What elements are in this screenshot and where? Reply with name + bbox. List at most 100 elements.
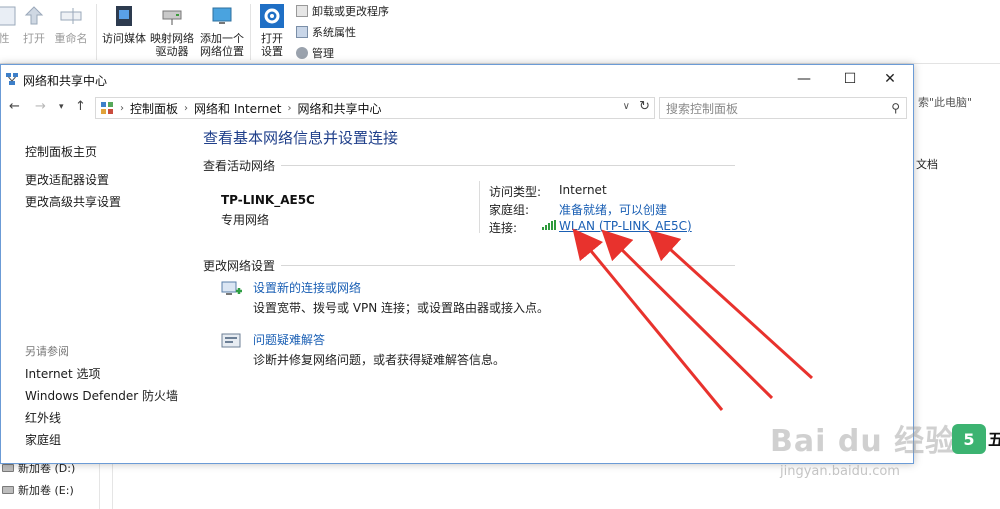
connection-label: 连接:	[489, 221, 518, 235]
change-settings-section: 更改网络设置	[203, 257, 735, 274]
minimize-button[interactable]: —	[781, 65, 827, 93]
close-icon: ✕	[884, 71, 896, 87]
search-icon[interactable]: ⚲	[891, 101, 900, 115]
uninstall-icon	[296, 5, 308, 17]
search-placeholder: 搜索控制面板	[666, 101, 739, 116]
ribbon-separator	[96, 4, 97, 60]
ribbon-label: 添加一个网络位置	[200, 32, 244, 58]
explorer-divider	[99, 462, 100, 509]
homegroup-link[interactable]: 准备就绪，可以创建	[559, 201, 667, 218]
see-also-internet-options[interactable]: Internet 选项	[25, 365, 100, 382]
breadcrumb-chevron-icon[interactable]: ›	[120, 103, 124, 114]
drive-label: 新加卷 (E:)	[18, 484, 74, 497]
watermark-badge-icon: 5	[952, 424, 986, 454]
media-server-icon	[116, 6, 132, 26]
main-content: 查看基本网络信息并设置连接 查看活动网络 TP-LINK_AE5C 专用网络 访…	[203, 123, 743, 463]
recent-chevron-icon[interactable]: ▾	[59, 102, 64, 112]
network-type: 专用网络	[221, 213, 270, 227]
network-center-icon	[6, 73, 18, 85]
open-arrow-icon	[24, 6, 44, 25]
access-type-label: 访问类型:	[489, 185, 542, 199]
troubleshoot-link[interactable]: 问题疑难解答	[253, 331, 325, 348]
up-arrow-icon[interactable]: ↑	[75, 99, 86, 114]
ribbon-add-location-button[interactable]: 添加一个网络位置	[198, 4, 246, 58]
rename-icon	[60, 8, 82, 24]
task-troubleshoot: 问题疑难解答 诊断并修复网络问题，或者获得疑难解答信息。	[221, 331, 741, 371]
search-input[interactable]: 搜索控制面板 ⚲	[659, 97, 907, 119]
connection-link[interactable]: WLAN (TP-LINK_AE5C)	[559, 219, 692, 233]
watermark-badge-text: 五	[988, 430, 1000, 449]
nav-change-advanced-sharing[interactable]: 更改高级共享设置	[25, 193, 121, 210]
ribbon-small-label: 卸载或更改程序	[312, 5, 389, 18]
task-setup-connection: 设置新的连接或网络 设置宽带、拨号或 VPN 连接；或设置路由器或接入点。	[221, 279, 741, 319]
breadcrumb-network-internet[interactable]: 网络和 Internet	[194, 100, 281, 117]
ribbon-label: 重命名	[54, 32, 88, 45]
explorer-ribbon: 性 打开 重命名 访问媒体 映射网络驱动器 添加一个网络位置 打开设置 卸载或更…	[0, 0, 1000, 64]
address-bar[interactable]: › 控制面板 › 网络和 Internet › 网络和共享中心 ∨ ↻	[95, 97, 655, 119]
homegroup-label: 家庭组:	[489, 203, 530, 217]
ribbon-properties-button[interactable]: 性	[0, 4, 16, 45]
see-also-heading: 另请参阅	[25, 345, 69, 358]
maximize-icon: ☐	[843, 71, 857, 87]
breadcrumb-chevron-icon[interactable]: ›	[184, 103, 188, 114]
ribbon-open-button[interactable]: 打开	[20, 4, 48, 45]
breadcrumb-chevron-icon[interactable]: ›	[287, 103, 291, 114]
ribbon-manage-button[interactable]: 管理	[296, 45, 334, 61]
network-sharing-window: 网络和共享中心 — ☐ ✕ ← → ▾ ↑ › 控制面板 › 网络和 Inter…	[0, 64, 914, 464]
ribbon-label: 访问媒体	[102, 32, 146, 45]
network-info-divider	[479, 181, 480, 233]
close-button[interactable]: ✕	[867, 65, 913, 93]
window-title: 网络和共享中心	[23, 74, 108, 88]
drive-e-item[interactable]: 新加卷 (E:)	[2, 482, 74, 498]
explorer-search-hint: 索"此电脑"	[918, 96, 973, 109]
ribbon-open-settings-button[interactable]: 打开设置	[256, 4, 288, 58]
ribbon-label: 映射网络驱动器	[150, 32, 194, 58]
explorer-documents-item[interactable]: 文档	[916, 156, 938, 172]
refresh-icon[interactable]: ↻	[639, 99, 650, 114]
setup-connection-link[interactable]: 设置新的连接或网络	[253, 279, 361, 296]
network-name: TP-LINK_AE5C	[221, 193, 315, 207]
see-also-infrared[interactable]: 红外线	[25, 409, 61, 426]
address-bar-row: ← → ▾ ↑ › 控制面板 › 网络和 Internet › 网络和共享中心 …	[1, 93, 913, 121]
ribbon-uninstall-button[interactable]: 卸载或更改程序	[296, 3, 389, 19]
troubleshoot-desc: 诊断并修复网络问题，或者获得疑难解答信息。	[253, 353, 506, 367]
ribbon-rename-button[interactable]: 重命名	[52, 4, 90, 45]
drive-icon	[2, 486, 14, 494]
ribbon-label: 性	[0, 32, 10, 45]
properties-icon	[0, 6, 16, 26]
new-connection-icon	[221, 281, 242, 295]
drive-icon	[2, 464, 14, 472]
wifi-signal-icon	[542, 220, 556, 230]
see-also-defender-firewall[interactable]: Windows Defender 防火墙	[25, 387, 178, 404]
watermark-url: jingyan.baidu.com	[780, 464, 900, 479]
back-arrow-icon[interactable]: ←	[9, 99, 20, 114]
ribbon-system-properties-button[interactable]: 系统属性	[296, 24, 356, 40]
ribbon-small-label: 系统属性	[312, 26, 356, 39]
breadcrumb-control-panel[interactable]: 控制面板	[130, 100, 178, 117]
minimize-icon: —	[797, 71, 811, 87]
ribbon-access-media-button[interactable]: 访问媒体	[100, 4, 148, 45]
ribbon-label: 打开设置	[261, 32, 283, 58]
breadcrumb-network-sharing[interactable]: 网络和共享中心	[297, 100, 381, 117]
page-title: 查看基本网络信息并设置连接	[203, 129, 399, 147]
ribbon-label: 打开	[23, 32, 45, 45]
explorer-divider	[112, 462, 113, 509]
access-type-value: Internet	[559, 183, 607, 197]
troubleshoot-icon	[221, 333, 241, 348]
nav-control-panel-home[interactable]: 控制面板主页	[25, 143, 97, 160]
ribbon-map-drive-button[interactable]: 映射网络驱动器	[148, 4, 196, 58]
setup-connection-desc: 设置宽带、拨号或 VPN 连接；或设置路由器或接入点。	[253, 301, 550, 315]
nav-change-adapter-settings[interactable]: 更改适配器设置	[25, 171, 109, 188]
section-divider	[281, 165, 735, 166]
network-drive-icon	[162, 10, 182, 25]
left-nav-pane: 控制面板主页 更改适配器设置 更改高级共享设置 另请参阅 Internet 选项…	[1, 123, 191, 463]
see-also-homegroup[interactable]: 家庭组	[25, 431, 61, 448]
control-panel-icon	[101, 102, 113, 114]
ribbon-separator	[250, 4, 251, 60]
network-location-icon	[212, 7, 232, 24]
section-heading: 查看活动网络	[203, 159, 276, 173]
title-bar[interactable]: 网络和共享中心 — ☐ ✕	[1, 65, 913, 93]
manage-icon	[296, 47, 308, 59]
forward-arrow-icon[interactable]: →	[35, 99, 46, 114]
chevron-down-icon[interactable]: ∨	[623, 101, 630, 112]
